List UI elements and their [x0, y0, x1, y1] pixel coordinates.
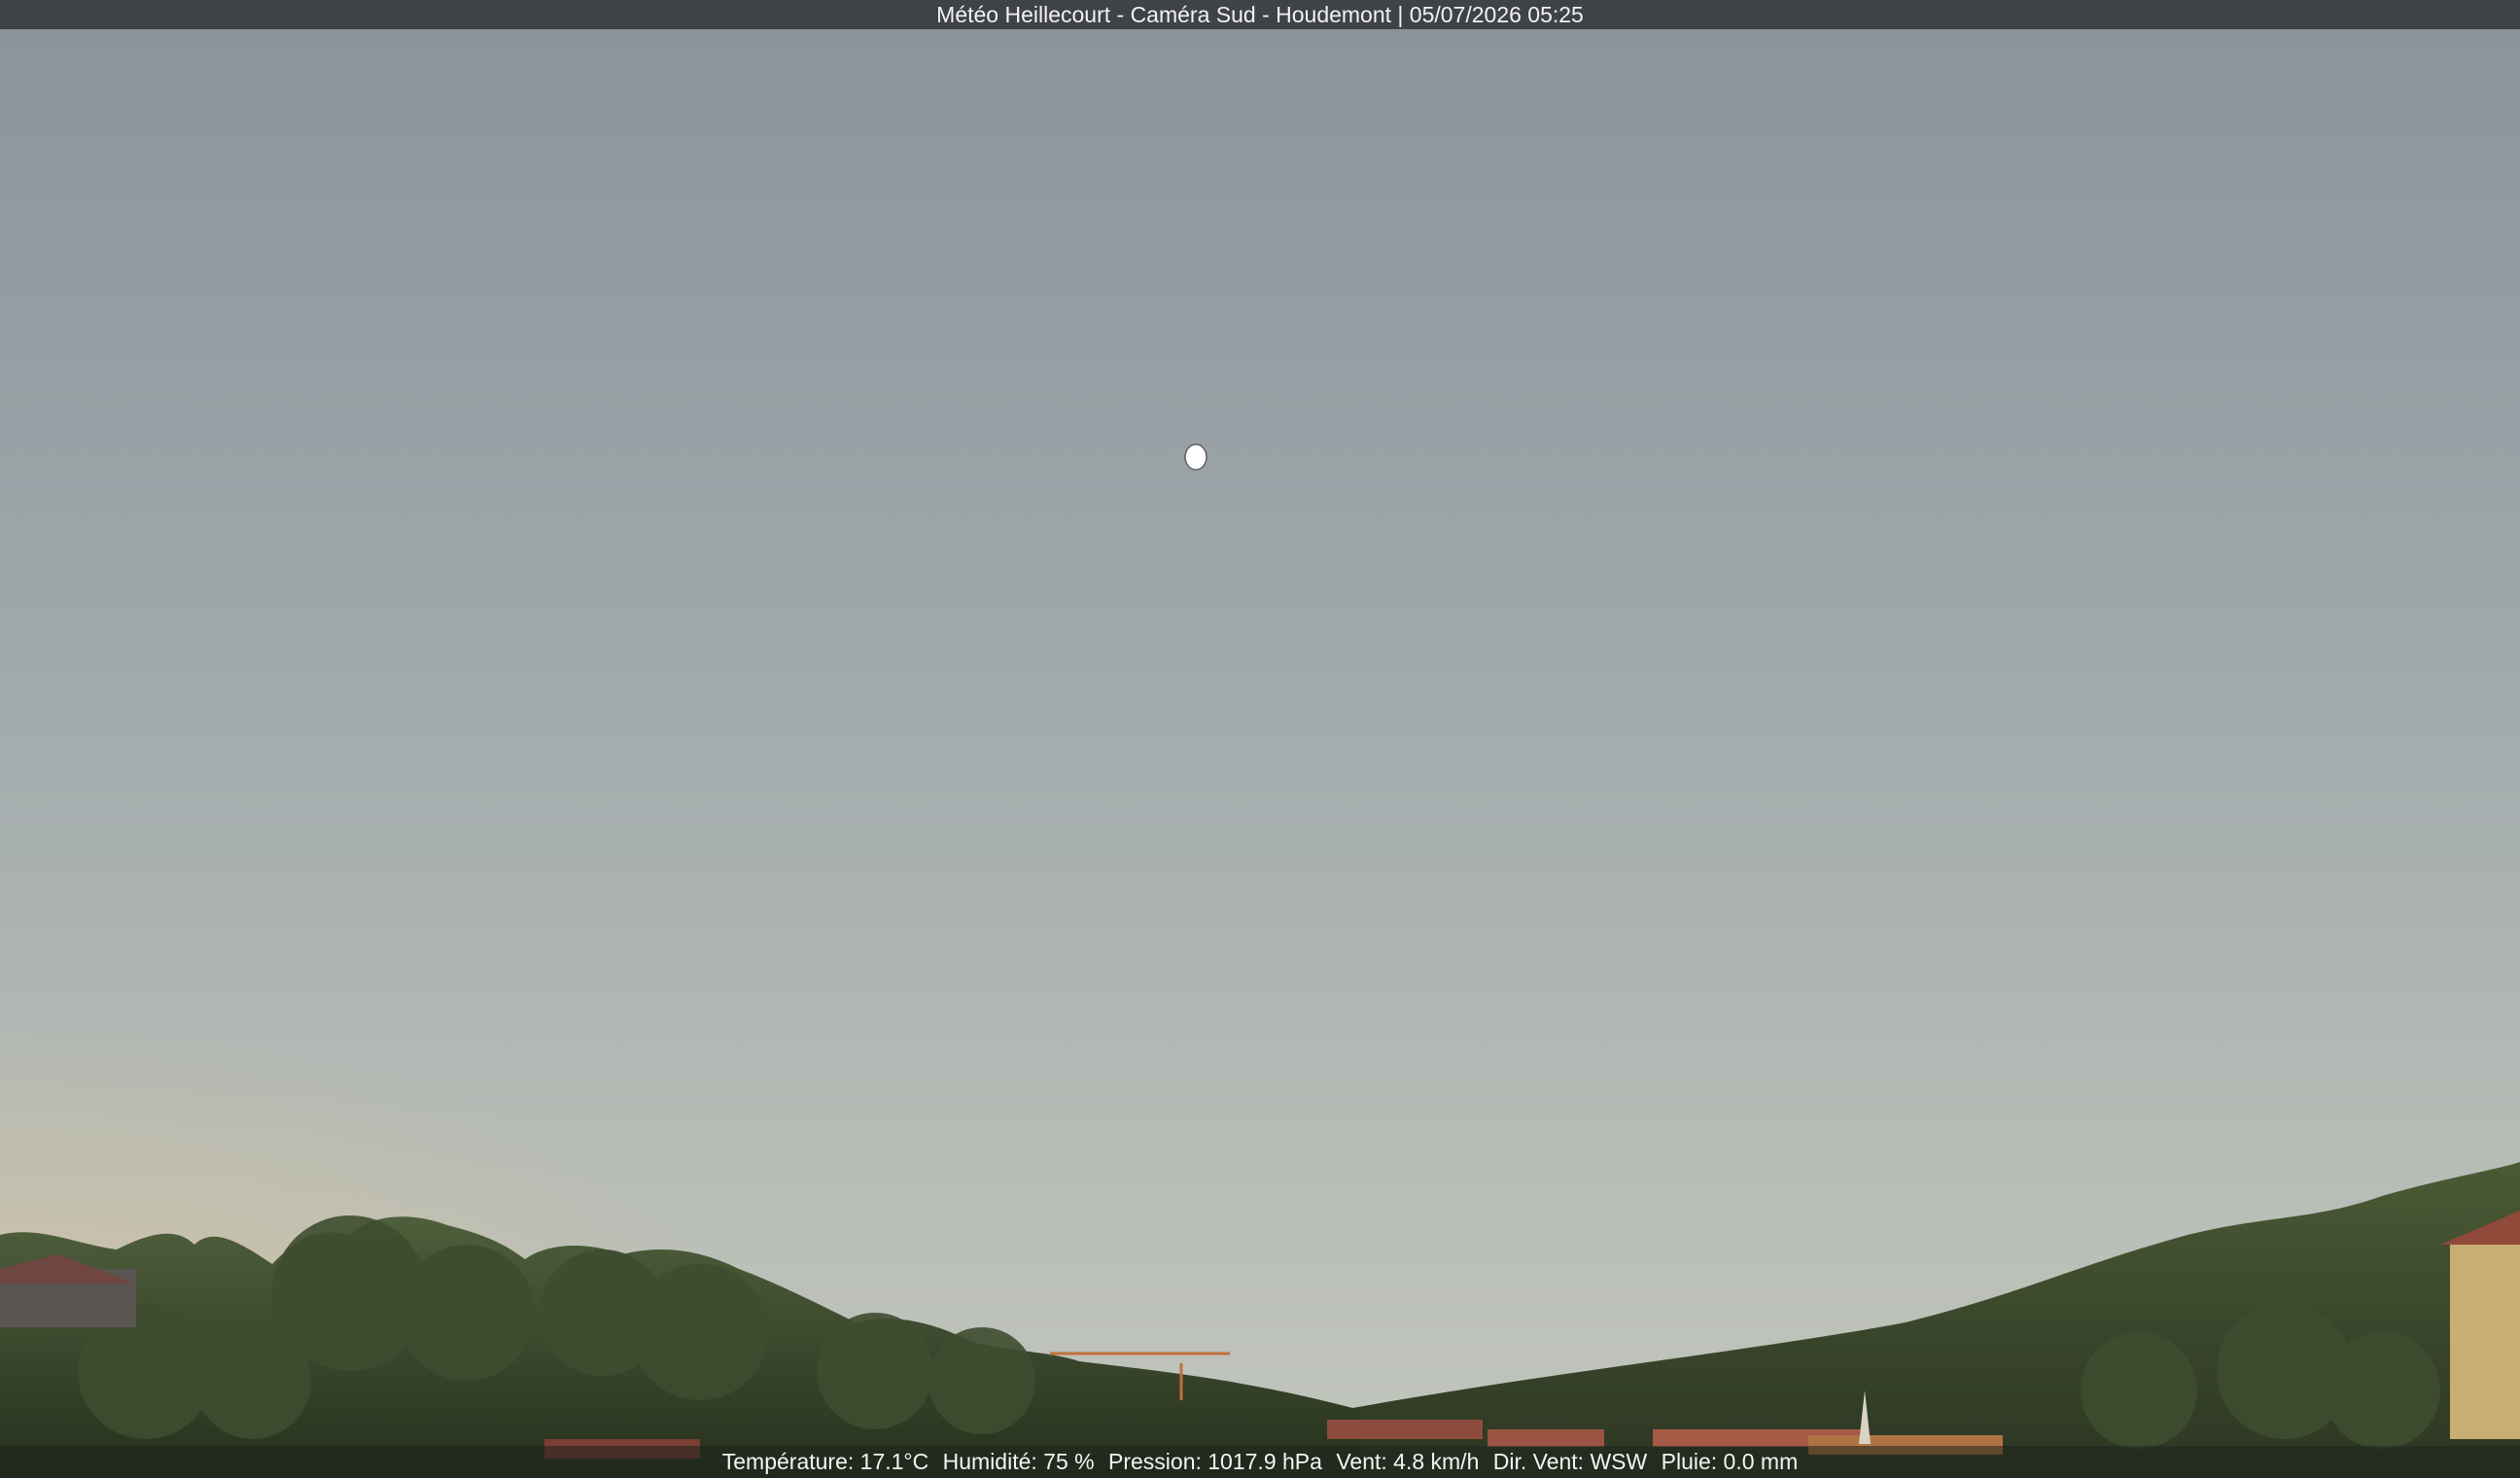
scene-drawing: [0, 29, 2520, 1478]
rain-readout: Pluie: 0.0 mm: [1661, 1449, 1799, 1474]
wind-direction-readout: Dir. Vent: WSW: [1492, 1449, 1648, 1474]
webcam-frame: Météo Heillecourt - Caméra Sud - Houdemo…: [0, 0, 2520, 1478]
webcam-scene: [0, 29, 2520, 1478]
camera-title: Météo Heillecourt - Caméra Sud - Houdemo…: [936, 2, 1584, 27]
temperature-readout: Température: 17.1°C: [721, 1449, 929, 1474]
pressure-readout: Pression: 1017.9 hPa: [1108, 1449, 1322, 1474]
humidity-readout: Humidité: 75 %: [942, 1449, 1095, 1474]
moon-icon: [1184, 443, 1208, 471]
wind-speed-readout: Vent: 4.8 km/h: [1336, 1449, 1480, 1474]
camera-title-bar: Météo Heillecourt - Caméra Sud - Houdemo…: [0, 0, 2520, 29]
weather-info-bar: Température: 17.1°C Humidité: 75 % Press…: [0, 1446, 2520, 1478]
